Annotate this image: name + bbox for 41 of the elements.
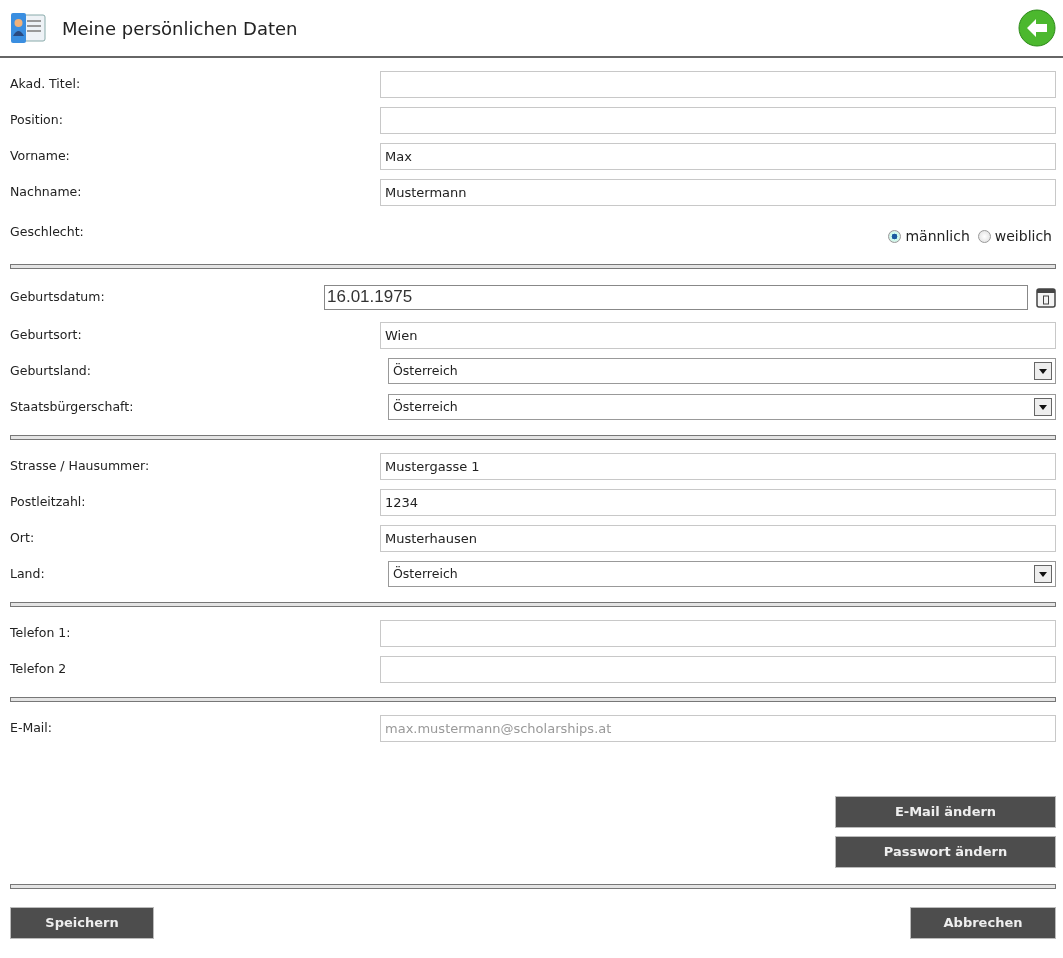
- radio-button[interactable]: [888, 229, 902, 243]
- field-label: Telefon 2: [10, 659, 68, 678]
- field-label: Telefon 1:: [10, 623, 72, 642]
- input-field[interactable]: Max: [380, 142, 1056, 170]
- dropdown-field[interactable]: Österreich: [388, 561, 1056, 587]
- field-label: Staatsbürgerschaft:: [10, 397, 135, 416]
- date-field[interactable]: 16.01.1975: [324, 284, 1028, 310]
- input-field[interactable]: Wien: [380, 321, 1056, 349]
- input-field[interactable]: Musterhausen: [380, 524, 1056, 552]
- field-label: Nachname:: [10, 182, 83, 201]
- field-label: Postleitzahl:: [10, 492, 87, 511]
- field-label: E-Mail:: [10, 718, 53, 737]
- radio-label[interactable]: weiblich: [994, 225, 1052, 247]
- cancel-button[interactable]: Abbrechen: [910, 907, 1056, 939]
- field-label: Ort:: [10, 528, 36, 547]
- field-label: Position:: [10, 110, 64, 129]
- field-label: Akad. Titel:: [10, 74, 82, 93]
- radio-label[interactable]: männlich: [905, 225, 970, 247]
- field-label: Land:: [10, 564, 46, 583]
- input-field[interactable]: Mustermann: [380, 178, 1056, 206]
- input-field[interactable]: [380, 655, 1056, 683]
- field-label: Vorname:: [10, 146, 71, 165]
- field-label: Strasse / Hausummer:: [10, 456, 151, 475]
- field-label: Geburtsland:: [10, 361, 92, 380]
- account-button[interactable]: E-Mail ändern: [835, 796, 1056, 828]
- input-field[interactable]: [380, 619, 1056, 647]
- input-field[interactable]: [380, 70, 1056, 98]
- field-label: Geburtsdatum:: [10, 287, 106, 306]
- dropdown-field[interactable]: Österreich: [388, 358, 1056, 384]
- account-button[interactable]: Passwort ändern: [835, 836, 1056, 868]
- dropdown-field[interactable]: Österreich: [388, 394, 1056, 420]
- input-field[interactable]: 1234: [380, 488, 1056, 516]
- field-label: Geschlecht:: [10, 222, 85, 241]
- radio-button[interactable]: [977, 229, 991, 243]
- page-title: Meine persönlichen Daten: [62, 16, 298, 41]
- contact-card-icon: [10, 12, 46, 44]
- calendar-icon[interactable]: [1036, 286, 1056, 308]
- field-label: Geburtsort:: [10, 325, 83, 344]
- input-field[interactable]: [380, 106, 1056, 134]
- save-button[interactable]: Speichern: [10, 907, 154, 939]
- input-field[interactable]: Mustergasse 1: [380, 452, 1056, 480]
